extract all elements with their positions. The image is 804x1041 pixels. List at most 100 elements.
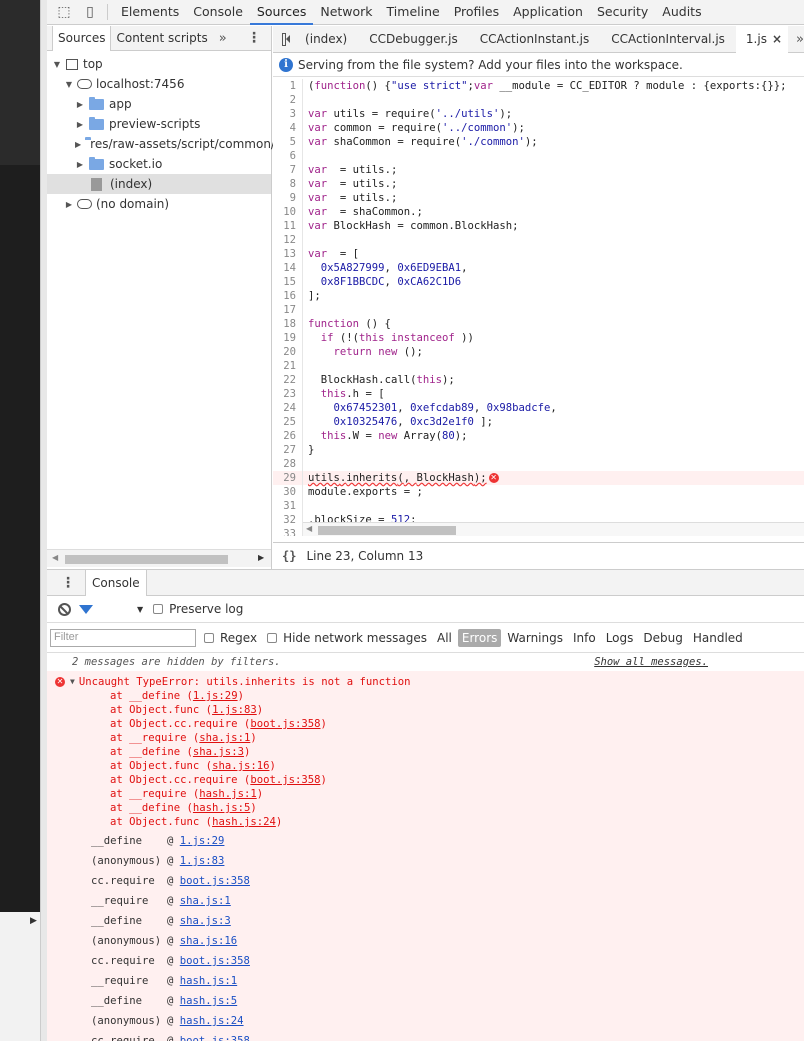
scroll-right-icon[interactable]: ▶ bbox=[258, 553, 264, 562]
close-tab-icon[interactable]: × bbox=[772, 32, 782, 46]
trace-link[interactable]: 1.js:83 bbox=[180, 851, 225, 871]
line-number[interactable]: 8 bbox=[273, 177, 303, 191]
tab-elements[interactable]: Elements bbox=[114, 0, 186, 25]
expand-arrow-icon[interactable]: ▶ bbox=[30, 916, 37, 926]
drawer-menu-icon[interactable]: ⋮ bbox=[61, 575, 75, 591]
tab-audits[interactable]: Audits bbox=[655, 0, 708, 25]
toggle-navigator-icon[interactable] bbox=[282, 32, 291, 46]
stack-link[interactable]: sha.js:3 bbox=[193, 746, 244, 758]
editor-hscrollbar[interactable]: ◀ bbox=[303, 522, 804, 536]
line-number[interactable]: 16 bbox=[273, 289, 303, 303]
level-all[interactable]: All bbox=[433, 629, 456, 647]
error-marker-icon[interactable]: ✕ bbox=[488, 473, 499, 483]
device-mode-icon[interactable]: ▯ bbox=[81, 3, 99, 21]
trace-link[interactable]: 1.js:29 bbox=[180, 831, 225, 851]
stack-link[interactable]: boot.js:358 bbox=[250, 718, 320, 730]
line-number[interactable]: 24 bbox=[273, 401, 303, 415]
tab-console[interactable]: Console bbox=[186, 0, 250, 25]
line-number[interactable]: 21 bbox=[273, 359, 303, 373]
line-number[interactable]: 4 bbox=[273, 121, 303, 135]
level-handled[interactable]: Handled bbox=[689, 629, 747, 647]
line-number[interactable]: 6 bbox=[273, 149, 303, 163]
collapsed-arrow-icon[interactable]: ▶ bbox=[75, 120, 85, 129]
editor-tab-ccdebugger[interactable]: CCDebugger.js bbox=[358, 26, 468, 53]
menu-kebab-icon[interactable]: ⋮ bbox=[247, 30, 261, 46]
line-number[interactable]: 10 bbox=[273, 205, 303, 219]
line-number[interactable]: 32 bbox=[273, 513, 303, 527]
tree-item-app[interactable]: ▶ app bbox=[47, 94, 271, 114]
trace-link[interactable]: hash.js:1 bbox=[180, 971, 237, 991]
line-number[interactable]: 28 bbox=[273, 457, 303, 471]
line-number[interactable]: 18 bbox=[273, 317, 303, 331]
trace-link[interactable]: sha.js:16 bbox=[180, 931, 237, 951]
stack-link[interactable]: hash.js:1 bbox=[199, 788, 256, 800]
line-number[interactable]: 27 bbox=[273, 443, 303, 457]
regex-checkbox[interactable] bbox=[204, 632, 214, 643]
line-number[interactable]: 7 bbox=[273, 163, 303, 177]
clear-console-icon[interactable] bbox=[58, 602, 71, 616]
level-debug[interactable]: Debug bbox=[639, 629, 686, 647]
expanded-arrow-icon[interactable]: ▼ bbox=[70, 675, 75, 689]
line-number[interactable]: 30 bbox=[273, 485, 303, 499]
navigator-hscrollbar[interactable]: ◀ ▶ bbox=[47, 549, 271, 567]
line-number[interactable]: 14 bbox=[273, 261, 303, 275]
stack-link[interactable]: sha.js:16 bbox=[212, 760, 269, 772]
level-info[interactable]: Info bbox=[569, 629, 600, 647]
level-logs[interactable]: Logs bbox=[602, 629, 638, 647]
collapsed-arrow-icon[interactable]: ▶ bbox=[64, 200, 74, 209]
line-number[interactable]: 17 bbox=[273, 303, 303, 317]
filter-icon[interactable] bbox=[79, 604, 93, 614]
tree-item-no-domain[interactable]: ▶ (no domain) bbox=[47, 194, 271, 214]
line-number[interactable]: 20 bbox=[273, 345, 303, 359]
line-number[interactable]: 19 bbox=[273, 331, 303, 345]
line-number[interactable]: 33 bbox=[273, 527, 303, 536]
tab-content-scripts[interactable]: Content scripts bbox=[111, 26, 212, 51]
tree-item-socket-io[interactable]: ▶ socket.io bbox=[47, 154, 271, 174]
editor-tab-ccactioninstant[interactable]: CCActionInstant.js bbox=[469, 26, 601, 53]
trace-link[interactable]: sha.js:1 bbox=[180, 891, 231, 911]
tab-sources[interactable]: Sources bbox=[249, 0, 314, 25]
stack-link[interactable]: 1.js:83 bbox=[212, 704, 257, 716]
tree-item-preview-scripts[interactable]: ▶ preview-scripts bbox=[47, 114, 271, 134]
stack-link[interactable]: boot.js:358 bbox=[250, 774, 320, 786]
inspect-element-icon[interactable]: ⬚ bbox=[55, 3, 73, 21]
line-number[interactable]: 23 bbox=[273, 387, 303, 401]
scroll-left-icon[interactable]: ◀ bbox=[52, 553, 58, 562]
scroll-thumb[interactable] bbox=[65, 555, 228, 564]
line-number[interactable]: 26 bbox=[273, 429, 303, 443]
line-number[interactable]: 9 bbox=[273, 191, 303, 205]
level-warnings[interactable]: Warnings bbox=[503, 629, 567, 647]
code-area[interactable]: 1 (function() {"use strict";var __module … bbox=[273, 79, 804, 536]
tree-item-res-raw-assets[interactable]: ▶ res/raw-assets/script/common/ bbox=[47, 134, 275, 154]
line-number[interactable]: 15 bbox=[273, 275, 303, 289]
context-dropdown-icon[interactable]: ▼ bbox=[137, 605, 143, 614]
line-number[interactable]: 11 bbox=[273, 219, 303, 233]
show-all-messages-link[interactable]: Show all messages. bbox=[594, 656, 708, 668]
line-number[interactable]: 31 bbox=[273, 499, 303, 513]
collapsed-arrow-icon[interactable]: ▶ bbox=[75, 140, 81, 149]
trace-link[interactable]: boot.js:358 bbox=[180, 871, 250, 891]
line-number[interactable]: 2 bbox=[273, 93, 303, 107]
trace-link[interactable]: sha.js:3 bbox=[180, 911, 231, 931]
editor-tab-1js[interactable]: 1.js × bbox=[735, 25, 789, 53]
scroll-thumb[interactable] bbox=[318, 526, 456, 535]
trace-link[interactable]: boot.js:358 bbox=[180, 951, 250, 971]
trace-link[interactable]: hash.js:24 bbox=[180, 1011, 244, 1031]
collapsed-arrow-icon[interactable]: ▶ bbox=[75, 160, 85, 169]
editor-tab-ccactioninterval[interactable]: CCActionInterval.js bbox=[600, 26, 736, 53]
tree-item-index[interactable]: (index) bbox=[47, 174, 271, 194]
more-tabs-icon[interactable]: » bbox=[219, 31, 227, 46]
line-number[interactable]: 1 bbox=[273, 79, 303, 93]
tab-network[interactable]: Network bbox=[313, 0, 379, 25]
stack-link[interactable]: 1.js:29 bbox=[193, 690, 238, 702]
tab-timeline[interactable]: Timeline bbox=[380, 0, 447, 25]
pretty-print-icon[interactable]: {} bbox=[282, 549, 296, 563]
hide-network-checkbox[interactable] bbox=[267, 632, 278, 643]
line-number[interactable]: 12 bbox=[273, 233, 303, 247]
more-editor-tabs-icon[interactable]: » bbox=[796, 32, 804, 47]
preserve-log-checkbox[interactable] bbox=[153, 604, 164, 614]
tab-security[interactable]: Security bbox=[590, 0, 655, 25]
editor-tab-index[interactable]: (index) bbox=[294, 26, 358, 53]
stack-link[interactable]: hash.js:5 bbox=[193, 802, 250, 814]
tab-application[interactable]: Application bbox=[506, 0, 590, 25]
